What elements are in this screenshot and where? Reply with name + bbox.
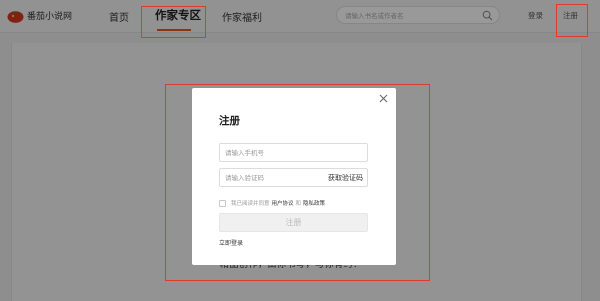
user-agreement-link[interactable]: 用户协议	[272, 199, 294, 207]
verification-code-field: 获取验证码	[219, 168, 368, 187]
register-submit-button[interactable]: 注册	[219, 213, 368, 232]
agreement-row: 我已阅读并同意 用户协议 和 隐私政策	[219, 199, 327, 207]
privacy-policy-link[interactable]: 隐私政策	[303, 199, 325, 207]
agreement-and: 和	[295, 201, 302, 207]
close-icon[interactable]	[379, 94, 388, 103]
dialog-title: 注册	[219, 115, 240, 127]
checkbox-icon[interactable]	[219, 199, 226, 207]
get-code-button[interactable]: 获取验证码	[328, 173, 363, 183]
agreement-prefix: 我已阅读并同意	[231, 201, 270, 207]
register-dialog: 注册 获取验证码 我已阅读并同意 用户协议 和 隐私政策 注册 立即登录	[192, 88, 396, 265]
verification-code-input[interactable]	[225, 173, 325, 183]
login-now-link[interactable]: 立即登录	[219, 238, 243, 247]
phone-field	[219, 143, 368, 162]
phone-input[interactable]	[225, 148, 325, 158]
